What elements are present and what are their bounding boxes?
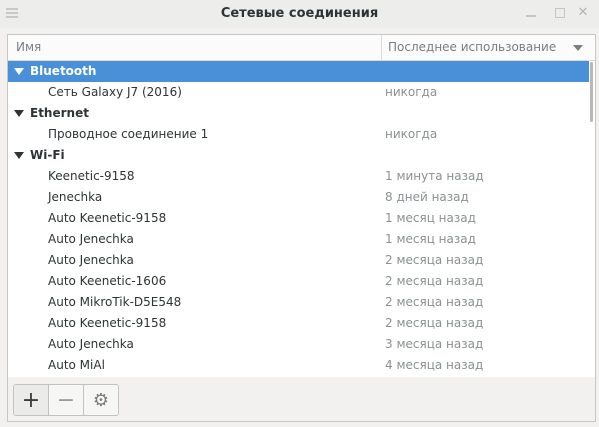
group-row[interactable]: Wi-Fi (8, 145, 589, 166)
expander-arrow-icon[interactable] (14, 68, 24, 75)
connection-name: Auto Keenetic-9158 (48, 211, 167, 225)
last-used: 2 месяца назад (385, 316, 484, 330)
list-rows: Bluetooth Сеть Galaxy J7 (2016) никогда Eth… (8, 61, 589, 376)
last-used: 2 месяца назад (385, 253, 484, 267)
connection-row[interactable]: Keenetic-9158 1 минута назад (8, 166, 589, 187)
group-name: Bluetooth (30, 64, 97, 78)
connection-name: Auto Keenetic-9158 (48, 316, 167, 330)
last-used: 2 месяца назад (385, 274, 484, 288)
connection-name: Auto MikroTik-D5E548 (48, 295, 182, 309)
connection-row[interactable]: Auto Jenechka 1 месяц назад (8, 229, 589, 250)
bottom-toolbar: + − ⚙ (7, 377, 596, 422)
minus-icon: − (56, 387, 76, 413)
plus-icon: + (21, 387, 41, 413)
last-used: 8 дней назад (385, 190, 469, 204)
settings-button[interactable]: ⚙ (84, 385, 118, 415)
last-used: 3 месяца назад (385, 337, 484, 351)
column-header-name[interactable]: Имя (16, 40, 41, 54)
connection-name: Сеть Galaxy J7 (2016) (48, 85, 182, 99)
titlebar: Сетевые соединения ✕ (0, 0, 599, 28)
expander-arrow-icon[interactable] (14, 110, 24, 117)
group-row[interactable]: Bluetooth (8, 61, 589, 82)
connection-row[interactable]: Auto MiAl 4 месяца назад (8, 355, 589, 376)
group-name: Wi-Fi (30, 148, 65, 162)
group-name: Ethernet (30, 106, 89, 120)
connection-row[interactable]: Проводное соединение 1 никогда (8, 124, 589, 145)
minimize-button[interactable] (524, 6, 538, 20)
last-used: 2 месяца назад (385, 295, 484, 309)
connection-name: Проводное соединение 1 (48, 127, 209, 141)
group-row[interactable]: Ethernet (8, 103, 589, 124)
last-used: 4 месяца назад (385, 358, 484, 372)
toolbar-button-group: + − ⚙ (13, 384, 119, 416)
connection-name: Keenetic-9158 (48, 169, 135, 183)
close-button[interactable]: ✕ (576, 6, 590, 20)
scrollbar[interactable] (590, 62, 593, 122)
last-used: 1 месяц назад (385, 232, 476, 246)
remove-connection-button[interactable]: − (49, 385, 84, 415)
connection-name: Auto Jenechka (48, 337, 134, 351)
connection-name: Auto Jenechka (48, 232, 134, 246)
connections-list[interactable]: Имя Последнее использование Bluetooth Сет… (7, 34, 596, 378)
connection-row[interactable]: Auto Keenetic-9158 1 месяц назад (8, 208, 589, 229)
expander-arrow-icon[interactable] (14, 152, 24, 159)
connection-row[interactable]: Auto Keenetic-1606 2 месяца назад (8, 271, 589, 292)
connection-row[interactable]: Сеть Galaxy J7 (2016) никогда (8, 82, 589, 103)
list-header: Имя Последнее использование (8, 35, 595, 61)
last-used: 1 месяц назад (385, 211, 476, 225)
last-used: 1 минута назад (385, 169, 484, 183)
connection-name: Auto Jenechka (48, 253, 134, 267)
sort-descending-icon[interactable] (573, 45, 583, 51)
connection-name: Auto Keenetic-1606 (48, 274, 167, 288)
connection-row[interactable]: Auto Jenechka 3 месяца назад (8, 334, 589, 355)
window-title: Сетевые соединения (220, 6, 379, 21)
connection-name: Auto MiAl (48, 358, 105, 372)
last-used: никогда (385, 127, 438, 141)
last-used: никогда (385, 85, 438, 99)
column-separator[interactable] (381, 35, 382, 60)
add-connection-button[interactable]: + (14, 385, 49, 415)
maximize-button[interactable] (553, 6, 567, 20)
connection-name: Jenechka (48, 190, 103, 204)
column-header-last-used[interactable]: Последнее использование (388, 40, 556, 54)
gear-icon: ⚙ (92, 389, 110, 411)
connection-row[interactable]: Jenechka 8 дней назад (8, 187, 589, 208)
connection-row[interactable]: Auto MikroTik-D5E548 2 месяца назад (8, 292, 589, 313)
connection-row[interactable]: Auto Jenechka 2 месяца назад (8, 250, 589, 271)
connection-row[interactable]: Auto Keenetic-9158 2 месяца назад (8, 313, 589, 334)
